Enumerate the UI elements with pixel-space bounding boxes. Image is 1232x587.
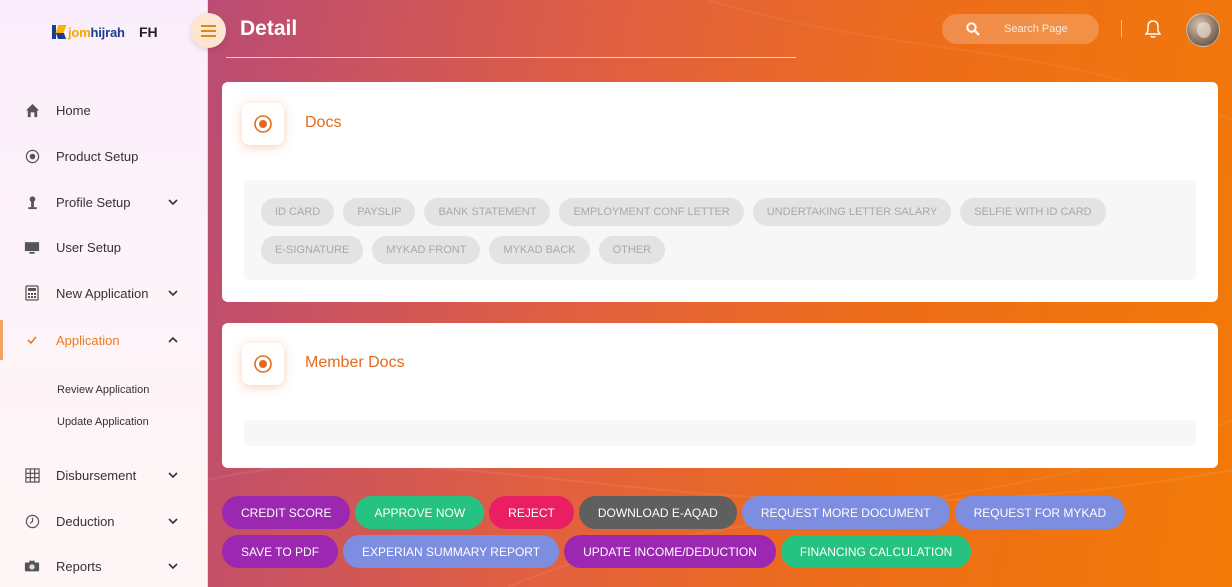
doc-chip-other[interactable]: OTHER — [598, 236, 666, 264]
target-icon — [24, 148, 40, 164]
action-button-bar: CREDIT SCORE APPROVE NOW REJECT DOWNLOAD E-… — [222, 496, 1212, 568]
sidebar-item-home[interactable]: Home — [0, 90, 208, 130]
doc-chip-mykad-front[interactable]: MYKAD FRONT — [372, 236, 481, 264]
request-more-document-button[interactable]: REQUEST MORE DOCUMENT — [741, 496, 950, 529]
reject-button[interactable]: REJECT — [489, 496, 574, 529]
sidebar: jomhijrah FH Home Product Setup Profile … — [0, 0, 208, 587]
member-docs-card-icon — [242, 343, 284, 385]
docs-card: Docs ID CARD PAYSLIP BANK STATEMENT EMPLOYM… — [222, 82, 1218, 302]
request-for-mykad-button[interactable]: REQUEST FOR MYKAD — [954, 496, 1126, 529]
home-icon — [24, 102, 40, 118]
camera-icon — [24, 558, 40, 574]
approve-now-button[interactable]: APPROVE NOW — [355, 496, 485, 529]
sidebar-item-new-application[interactable]: New Application — [0, 273, 208, 313]
sidebar-item-label: New Application — [56, 285, 149, 301]
header-divider — [226, 57, 796, 58]
doc-chip-payslip[interactable]: PAYSLIP — [343, 198, 416, 226]
sidebar-subitem-update-application[interactable]: Update Application — [57, 416, 149, 428]
financing-calculation-button[interactable]: FINANCING CALCULATION — [780, 535, 972, 568]
page-title: Detail — [240, 17, 298, 40]
brand-logo[interactable]: jomhijrah — [52, 22, 125, 42]
member-docs-panel — [244, 420, 1196, 446]
monitor-icon — [24, 239, 40, 255]
member-docs-card: Member Docs — [222, 323, 1218, 468]
sidebar-item-product-setup[interactable]: Product Setup — [0, 136, 208, 176]
sidebar-item-reports[interactable]: Reports — [0, 546, 208, 586]
save-to-pdf-button[interactable]: SAVE TO PDF — [222, 535, 339, 568]
sidebar-item-label: Application — [56, 332, 120, 348]
chevron-down-icon[interactable] — [166, 468, 180, 482]
sidebar-subitem-review-application[interactable]: Review Application — [57, 384, 149, 396]
doc-chip-list: ID CARD PAYSLIP BANK STATEMENT EMPLOYMENT C… — [261, 198, 1191, 264]
menu-toggle-button[interactable] — [191, 13, 226, 48]
avatar[interactable] — [1186, 13, 1220, 47]
doc-chip-mykad-back[interactable]: MYKAD BACK — [489, 236, 590, 264]
doc-chip-bank-statement[interactable]: BANK STATEMENT — [424, 198, 551, 226]
sidebar-item-label: Profile Setup — [56, 194, 131, 210]
experian-summary-report-button[interactable]: EXPERIAN SUMMARY REPORT — [343, 535, 560, 568]
clock-icon — [24, 513, 40, 529]
sidebar-item-label: Deduction — [56, 513, 115, 529]
credit-score-button[interactable]: CREDIT SCORE — [222, 496, 351, 529]
divider — [1121, 20, 1122, 38]
sidebar-item-disbursement[interactable]: Disbursement — [0, 455, 208, 495]
brand-abbr: FH — [139, 24, 158, 40]
target-icon — [254, 355, 272, 373]
docs-card-icon — [242, 103, 284, 145]
docs-card-title: Docs — [305, 114, 342, 131]
calculator-icon — [24, 285, 40, 301]
doc-chip-undertaking-letter-salary[interactable]: UNDERTAKING LETTER SALARY — [752, 198, 952, 226]
doc-chip-e-signature[interactable]: E-SIGNATURE — [261, 236, 364, 264]
doc-chip-id-card[interactable]: ID CARD — [261, 198, 335, 226]
sidebar-item-label: User Setup — [56, 239, 122, 255]
bell-icon[interactable] — [1144, 19, 1162, 39]
person-icon — [24, 194, 40, 210]
hamburger-icon — [201, 24, 216, 37]
chevron-down-icon[interactable] — [166, 559, 180, 573]
chevron-up-icon[interactable] — [166, 333, 180, 347]
sidebar-item-deduction[interactable]: Deduction — [0, 501, 208, 541]
chevron-down-icon[interactable] — [166, 514, 180, 528]
sidebar-item-label: Disbursement — [56, 467, 137, 483]
search-icon[interactable] — [966, 22, 980, 36]
chevron-down-icon[interactable] — [166, 195, 180, 209]
update-income-deduction-button[interactable]: UPDATE INCOME/DEDUCTION — [564, 535, 776, 568]
doc-chip-selfie-with-id-card[interactable]: SELFIE WITH ID CARD — [960, 198, 1106, 226]
sidebar-item-label: Home — [56, 102, 91, 118]
member-docs-card-title: Member Docs — [305, 354, 405, 371]
sidebar-item-user-setup[interactable]: User Setup — [0, 227, 208, 267]
sidebar-item-label: Reports — [56, 558, 102, 574]
grid-icon — [24, 467, 40, 483]
sidebar-item-profile-setup[interactable]: Profile Setup — [0, 182, 208, 222]
check-icon — [24, 332, 40, 348]
chevron-down-icon[interactable] — [166, 286, 180, 300]
brand-mark-icon — [52, 25, 67, 39]
download-e-aqad-button[interactable]: DOWNLOAD E-AQAD — [578, 496, 737, 529]
search-box[interactable] — [942, 14, 1099, 44]
search-input[interactable] — [1004, 21, 1094, 37]
sidebar-item-label: Product Setup — [56, 148, 139, 164]
docs-panel: ID CARD PAYSLIP BANK STATEMENT EMPLOYMENT C… — [244, 180, 1196, 280]
brand-name: jomhijrah — [68, 24, 125, 40]
doc-chip-employment-conf-letter[interactable]: EMPLOYMENT CONF LETTER — [559, 198, 744, 226]
target-icon — [254, 115, 272, 133]
sidebar-item-application[interactable]: Application — [0, 320, 208, 360]
